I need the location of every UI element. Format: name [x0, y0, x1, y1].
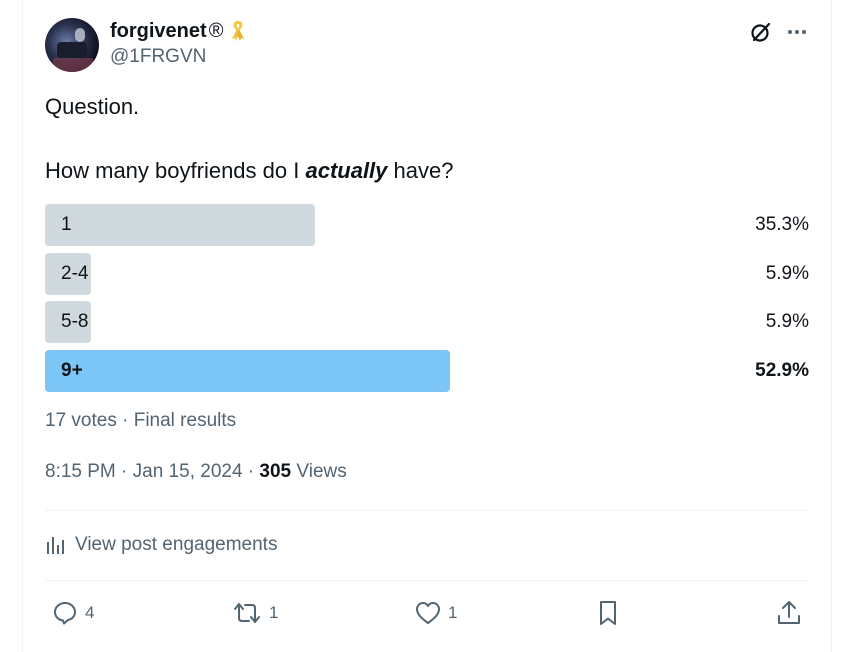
view-engagements-label[interactable]: View post engagements — [75, 534, 277, 556]
post-text-line1: Question. — [45, 94, 140, 119]
author-handle[interactable]: @1FRGVN — [110, 46, 206, 68]
post-card: forgivenet ® @1FRGVN Question. How many … — [22, 0, 832, 652]
bookmark-button[interactable] — [595, 598, 621, 628]
post-timestamp[interactable]: 8:15 PM · Jan 15, 2024 · 305 Views — [45, 461, 347, 483]
share-icon — [775, 599, 803, 627]
share-button[interactable] — [775, 598, 803, 628]
bookmark-icon — [595, 599, 621, 627]
post-text-emphasis: actually — [305, 158, 388, 183]
author-display-name[interactable]: forgivenet — [110, 18, 207, 44]
more-icon[interactable] — [784, 19, 810, 45]
repost-button[interactable]: 1 — [231, 598, 278, 628]
poll-bar — [45, 350, 450, 392]
poll-option-label: 5-8 — [61, 311, 89, 332]
poll-option-percent: 5.9% — [765, 311, 809, 332]
poll-option-percent: 52.9% — [755, 360, 809, 381]
reply-count: 4 — [85, 603, 95, 622]
like-count: 1 — [448, 603, 458, 622]
repost-count: 1 — [269, 603, 279, 622]
repost-icon — [231, 599, 263, 627]
reply-button[interactable]: 4 — [51, 598, 94, 628]
divider — [45, 510, 809, 511]
views-count: 305 — [259, 461, 292, 482]
poll-option: 1 35.3% — [45, 204, 809, 246]
poll-option: 5-8 5.9% — [45, 301, 809, 343]
poll-option-label: 1 — [61, 214, 72, 235]
views-label: Views — [291, 461, 347, 482]
view-engagements-link[interactable]: View post engagements — [45, 531, 277, 559]
poll-option: 2-4 5.9% — [45, 253, 809, 295]
poll-summary: 17 votes · Final results — [45, 410, 237, 431]
post-text-line2: How many boyfriends do I actually have? — [45, 158, 454, 183]
reply-icon — [51, 599, 79, 627]
poll-option-percent: 35.3% — [755, 214, 809, 235]
poll-option-percent: 5.9% — [765, 263, 809, 284]
like-button[interactable]: 1 — [414, 598, 457, 628]
ribbon-icon — [229, 19, 247, 43]
time-date[interactable]: 8:15 PM · Jan 15, 2024 · — [45, 461, 259, 482]
registered-mark: ® — [208, 20, 224, 42]
author-name-row[interactable]: forgivenet ® — [110, 18, 247, 44]
poll-option-label: 2-4 — [61, 263, 89, 284]
poll-option: 9+ 52.9% — [45, 350, 809, 392]
analytics-icon — [45, 534, 67, 556]
avatar[interactable] — [45, 18, 99, 72]
poll-bar — [45, 204, 315, 246]
grok-icon[interactable] — [748, 19, 774, 45]
divider — [45, 580, 809, 581]
like-icon — [414, 599, 442, 627]
poll-option-label: 9+ — [61, 360, 83, 381]
